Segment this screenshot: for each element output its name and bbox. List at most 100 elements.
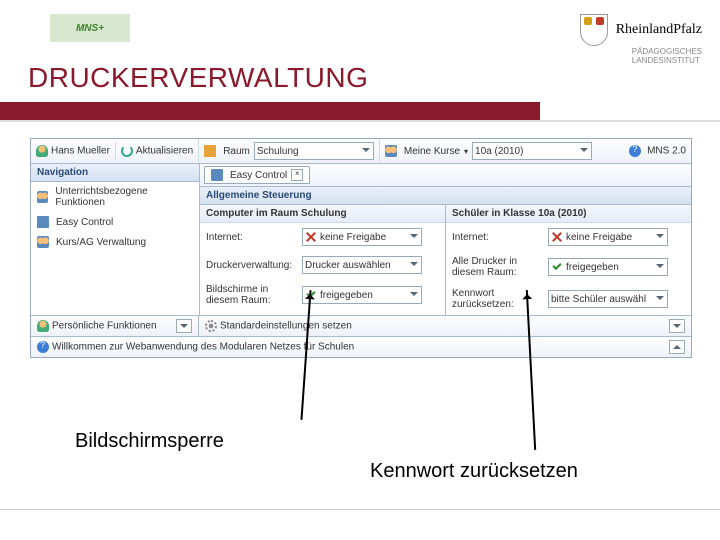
users-icon [37, 236, 49, 248]
gear-icon [205, 320, 217, 332]
screen-value: freigegeben [320, 290, 373, 301]
column-students: Schüler in Klasse 10a (2010) Internet: k… [446, 205, 691, 315]
app-body: Navigation Unterrichtsbezogene Funktione… [31, 164, 691, 315]
users-icon [385, 145, 397, 157]
col-room-header: Computer im Raum Schulung [200, 205, 445, 223]
courses-label: Meine Kurse [404, 146, 460, 157]
sidebar-footer[interactable]: Persönliche Funktionen [31, 315, 199, 336]
refresh-button[interactable]: Aktualisieren [115, 142, 198, 160]
screen-label: Bildschirme in diesem Raum: [206, 284, 296, 306]
rp-brand-text: RheinlandPfalz [616, 22, 702, 38]
control-columns: Computer im Raum Schulung Internet: kein… [200, 205, 691, 315]
screen-room-dropdown[interactable]: freigegeben [302, 286, 422, 304]
rp-sub2: LANDESINSTITUT [632, 57, 702, 66]
app-window: Hans Mueller Aktualisieren Raum Schulung… [30, 138, 692, 358]
caption-kennwort: Kennwort zurücksetzen [370, 460, 578, 483]
nav-header: Navigation [31, 164, 199, 182]
room-label: Raum [223, 146, 250, 157]
section-header: Allgemeine Steuerung [200, 187, 691, 205]
users-icon [37, 191, 48, 203]
printer-value: freigegeben [566, 262, 619, 273]
x-icon [551, 231, 563, 243]
caption-bildschirmsperre: Bildschirmsperre [75, 430, 224, 453]
room-selector: Raum Schulung [198, 139, 379, 163]
sidebar-item-funktionen[interactable]: Unterrichtsbezogene Funktionen [31, 182, 199, 212]
shield-icon [580, 14, 608, 46]
page-title: DRUCKERVERWALTUNG [28, 62, 368, 94]
user-icon [37, 320, 49, 332]
sidebar-item-easycontrol[interactable]: Easy Control [31, 212, 199, 232]
course-dropdown[interactable]: 10a (2010) [472, 142, 592, 160]
printer-students-dropdown[interactable]: freigegeben [548, 258, 668, 276]
tab-label: Easy Control [230, 170, 287, 181]
sidebar-footer-label: Persönliche Funktionen [52, 321, 157, 332]
tab-easycontrol[interactable]: Easy Control × [204, 166, 310, 184]
field-printer-students: Alle Drucker in diesem Raum: freigegeben [446, 251, 691, 283]
check-icon [551, 261, 563, 273]
mns-logo: MNS+ [50, 14, 130, 42]
dropdown-caret-icon[interactable]: ▾ [464, 147, 468, 156]
course-selector: Meine Kurse ▾ 10a (2010) [379, 139, 597, 163]
sidebar-item-label: Unterrichtsbezogene Funktionen [55, 186, 193, 208]
main-footer[interactable]: Standardeinstellungen setzen [199, 315, 691, 336]
field-screen-room: Bildschirme in diesem Raum: freigegeben [200, 279, 445, 311]
sidebar: Navigation Unterrichtsbezogene Funktione… [31, 164, 200, 315]
main-panel: Easy Control × Allgemeine Steuerung Comp… [200, 164, 691, 315]
refresh-icon [121, 145, 133, 157]
column-room: Computer im Raum Schulung Internet: kein… [200, 205, 446, 315]
footer-row: Persönliche Funktionen Standardeinstellu… [31, 315, 691, 336]
password-reset-dropdown[interactable]: bitte Schüler auswähl [548, 290, 668, 308]
chevron-up-icon[interactable] [669, 340, 685, 354]
user-icon [36, 145, 48, 157]
title-bar-light [0, 120, 720, 122]
internet-value: keine Freigabe [320, 232, 386, 243]
user-name: Hans Mueller [51, 146, 110, 157]
password-value: bitte Schüler auswähl [551, 294, 646, 305]
rp-subtitle: PÄDAGOGISCHES LANDESINSTITUT [632, 48, 702, 66]
app-brand: MNS 2.0 [624, 142, 691, 160]
help-icon[interactable] [629, 145, 641, 157]
tab-bar: Easy Control × [200, 164, 691, 187]
sidebar-item-kurs[interactable]: Kurs/AG Verwaltung [31, 232, 199, 252]
sidebar-item-label: Kurs/AG Verwaltung [56, 237, 146, 248]
sidebar-spacer [31, 252, 199, 292]
main-footer-label: Standardeinstellungen setzen [220, 321, 352, 332]
current-user: Hans Mueller [31, 142, 115, 160]
toolbar-spacer [597, 148, 624, 154]
bottom-divider [0, 509, 720, 510]
chevron-down-icon[interactable] [669, 319, 685, 333]
printer-value: Drucker auswählen [305, 260, 391, 271]
tab-close-button[interactable]: × [291, 169, 303, 181]
rp-logo: RheinlandPfalz [580, 14, 702, 46]
refresh-label: Aktualisieren [136, 146, 193, 157]
folder-icon [204, 145, 216, 157]
internet-room-dropdown[interactable]: keine Freigabe [302, 228, 422, 246]
monitor-icon [211, 169, 223, 181]
x-icon [305, 231, 317, 243]
status-bar: Willkommen zur Webanwendung des Modulare… [31, 336, 691, 357]
top-toolbar: Hans Mueller Aktualisieren Raum Schulung… [31, 139, 691, 164]
info-icon [37, 341, 49, 353]
col-students-header: Schüler in Klasse 10a (2010) [446, 205, 691, 223]
mns-logo-text: MNS+ [76, 23, 104, 34]
printer-label: Alle Drucker in diesem Raum: [452, 256, 542, 278]
field-password-reset: Kennwort zurücksetzen: bitte Schüler aus… [446, 283, 691, 315]
internet-label: Internet: [206, 232, 296, 243]
chevron-down-icon[interactable] [176, 319, 192, 333]
field-printer-room: Druckerverwaltung: Drucker auswählen [200, 251, 445, 279]
monitor-icon [37, 216, 49, 228]
sidebar-item-label: Easy Control [56, 217, 113, 228]
internet-value: keine Freigabe [566, 232, 632, 243]
course-value: 10a (2010) [475, 146, 523, 157]
brand-label: MNS 2.0 [647, 146, 686, 157]
printer-room-dropdown[interactable]: Drucker auswählen [302, 256, 422, 274]
title-bar [0, 102, 540, 120]
internet-label: Internet: [452, 232, 542, 243]
internet-students-dropdown[interactable]: keine Freigabe [548, 228, 668, 246]
field-internet-students: Internet: keine Freigabe [446, 223, 691, 251]
status-text: Willkommen zur Webanwendung des Modulare… [52, 342, 354, 353]
room-dropdown[interactable]: Schulung [254, 142, 374, 160]
field-internet-room: Internet: keine Freigabe [200, 223, 445, 251]
printer-label: Druckerverwaltung: [206, 260, 296, 271]
room-value: Schulung [257, 146, 299, 157]
